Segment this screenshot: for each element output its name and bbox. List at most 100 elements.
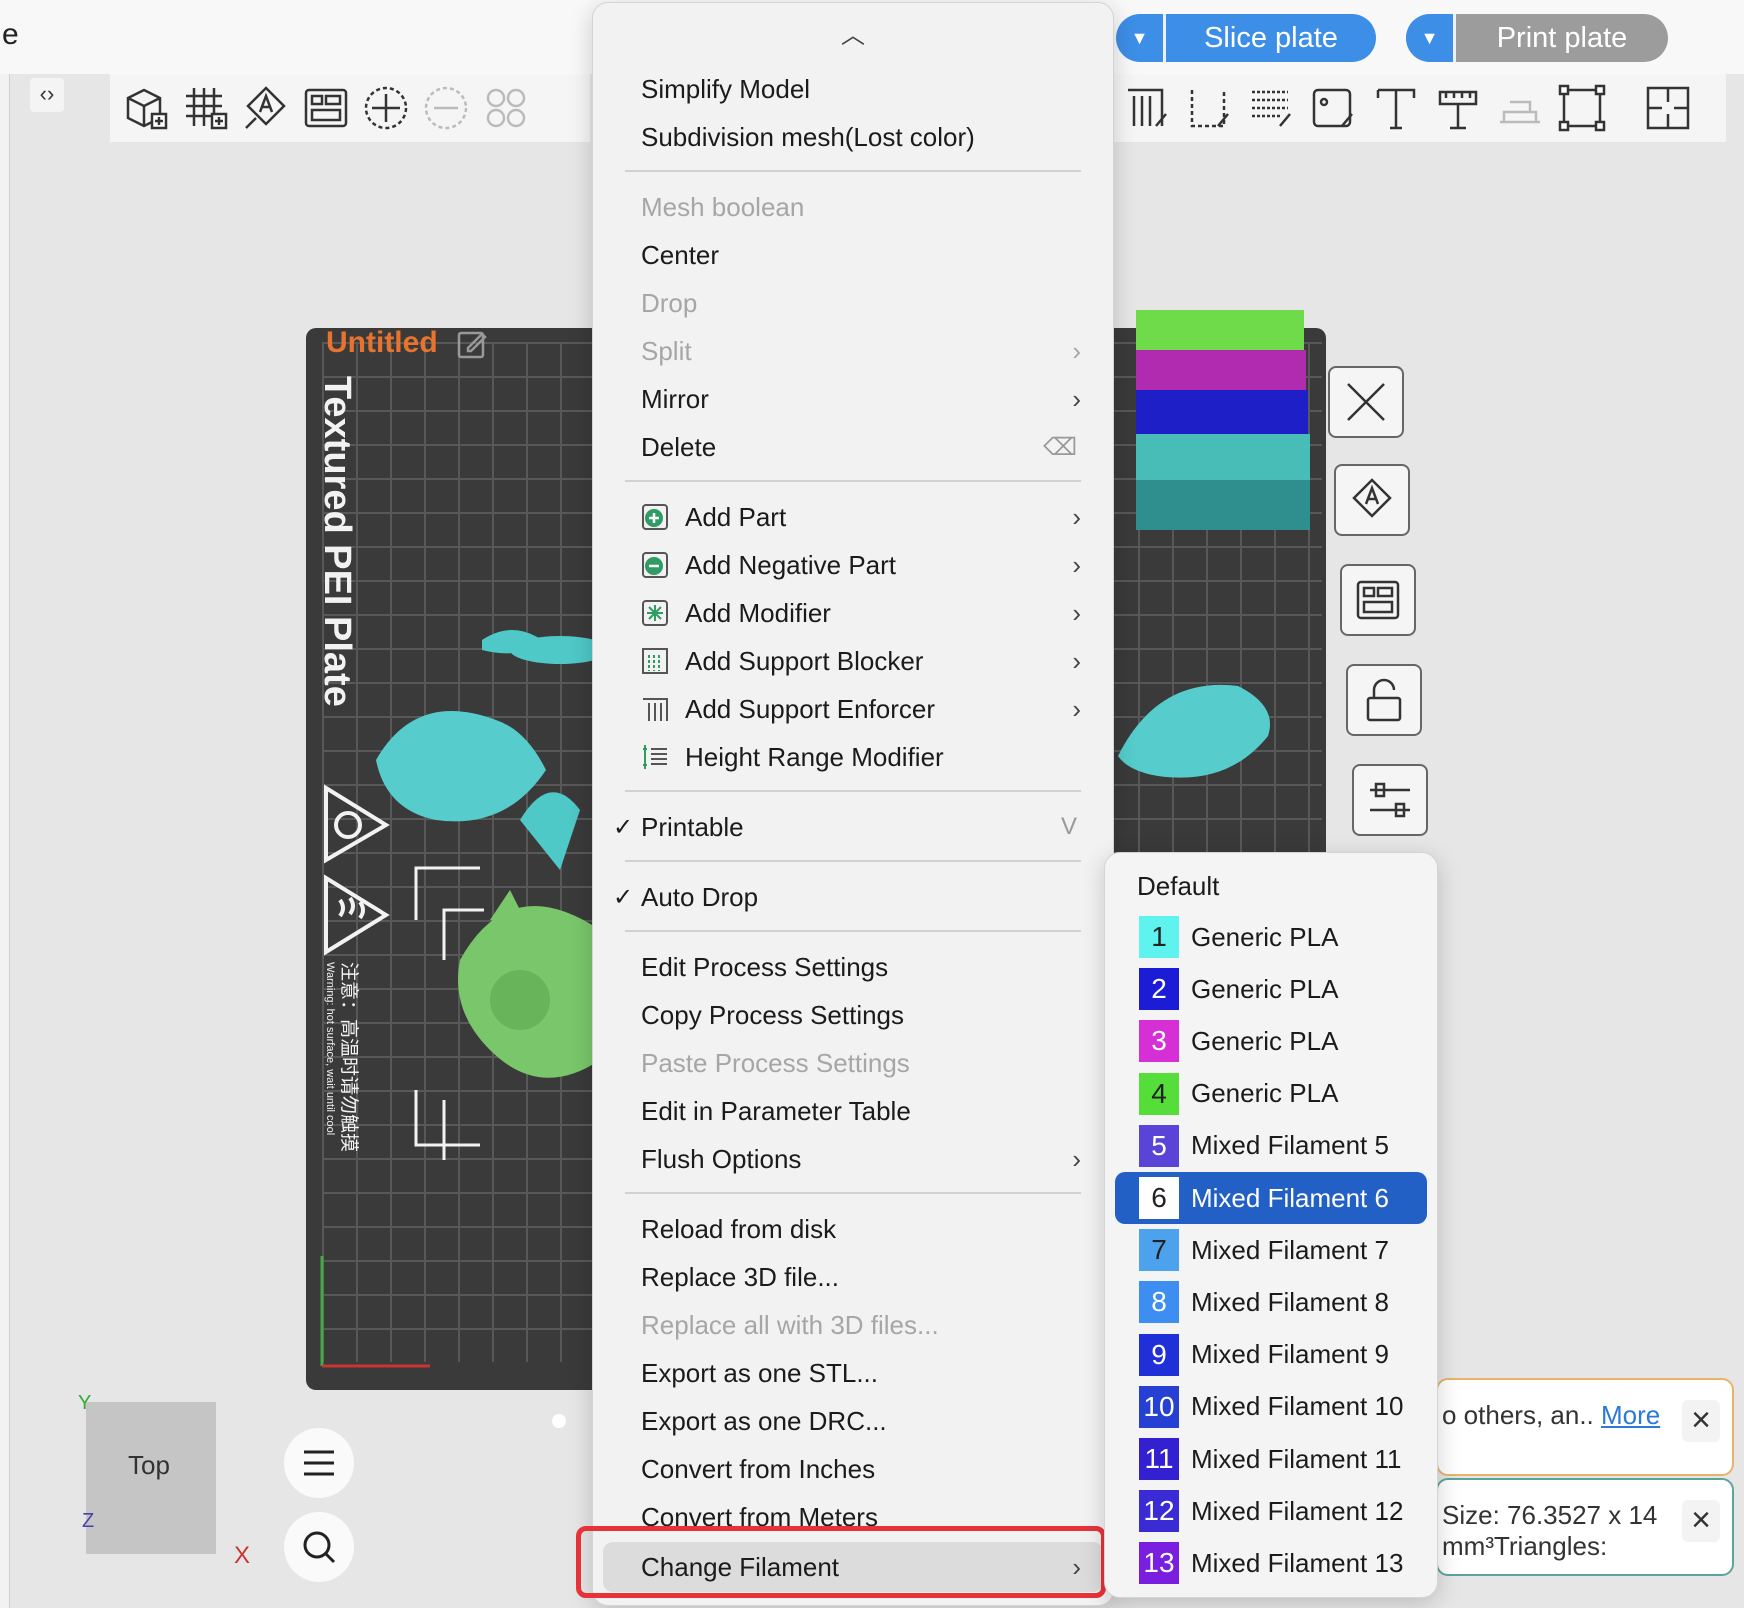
zoom-search-icon[interactable]: [284, 1512, 354, 1582]
seam-paint-icon[interactable]: [1184, 82, 1236, 134]
menu-item-simplify-model[interactable]: Simplify Model: [593, 66, 1113, 112]
menu-item-export-stl[interactable]: Export as one STL...: [593, 1350, 1113, 1396]
filament-item[interactable]: 3 Generic PLA: [1115, 1015, 1427, 1067]
menu-item-export-drc[interactable]: Export as one DRC...: [593, 1398, 1113, 1444]
chevron-right-icon: ›: [1072, 645, 1081, 676]
edit-name-icon[interactable]: [456, 328, 488, 360]
menu-item-add-support-blocker[interactable]: Add Support Blocker ›: [593, 638, 1113, 684]
model-wing[interactable]: [1112, 676, 1282, 786]
slider-tool-icon[interactable]: [1352, 764, 1428, 836]
filament-label: Generic PLA: [1191, 1078, 1339, 1109]
filament-item[interactable]: 13 Mixed Filament 13: [1115, 1537, 1427, 1589]
slice-dropdown-chevron-icon[interactable]: ▼: [1116, 14, 1166, 62]
support-paint-icon[interactable]: [1122, 82, 1174, 134]
plugin-puzzle-icon[interactable]: [1642, 82, 1694, 134]
filament-label: Mixed Filament 10: [1191, 1391, 1404, 1422]
model-color-cube[interactable]: [1132, 306, 1310, 532]
menu-item-printable[interactable]: ✓ Printable V: [593, 804, 1113, 850]
arrange-icon[interactable]: [300, 82, 352, 134]
filament-color-swatch: 12: [1139, 1490, 1179, 1533]
model-dragon[interactable]: [370, 600, 600, 1280]
print-dropdown-chevron-icon[interactable]: ▼: [1406, 14, 1456, 62]
left-panel-edge: [0, 74, 10, 1608]
close-icon[interactable]: ×: [1682, 1500, 1720, 1542]
scroll-up-chevron-icon[interactable]: ︿: [593, 15, 1113, 50]
bounding-box-icon[interactable]: [1556, 82, 1608, 134]
menu-item-subdivision-mesh[interactable]: Subdivision mesh(Lost color): [593, 114, 1113, 160]
menu-item-height-range-modifier[interactable]: Height Range Modifier: [593, 734, 1113, 780]
project-name: Untitled: [326, 326, 438, 359]
menu-item-delete[interactable]: Delete ⌫: [593, 424, 1113, 470]
filament-item[interactable]: 11 Mixed Filament 11: [1115, 1433, 1427, 1485]
menu-item-label: Add Support Blocker: [685, 645, 924, 676]
menu-icon[interactable]: [284, 1428, 354, 1498]
measure-icon[interactable]: [1432, 82, 1484, 134]
filament-label: Mixed Filament 6: [1191, 1182, 1389, 1213]
filament-item[interactable]: 9 Mixed Filament 9: [1115, 1329, 1427, 1381]
window-title-fragment: e: [2, 18, 19, 51]
collapse-sidebar-icon[interactable]: ‹›: [30, 78, 64, 112]
backspace-icon: ⌫: [1043, 433, 1077, 461]
menu-item-center[interactable]: Center: [593, 232, 1113, 278]
close-icon[interactable]: ×: [1682, 1400, 1720, 1442]
filament-label: Mixed Filament 12: [1191, 1495, 1404, 1526]
support-blocker-icon: [642, 648, 668, 674]
lock-tool-icon[interactable]: [1346, 664, 1422, 736]
notification-text: Size: 76.3527 x 14 mm³Triangles:: [1442, 1500, 1658, 1561]
menu-item-add-negative-part[interactable]: Add Negative Part ›: [593, 542, 1113, 588]
text-tool-icon[interactable]: [1370, 82, 1422, 134]
menu-item-shortcut: V: [1060, 813, 1077, 840]
filament-item[interactable]: 5 Mixed Filament 5: [1115, 1120, 1427, 1172]
add-plate-icon[interactable]: [180, 82, 232, 134]
negative-part-icon: [642, 552, 668, 578]
menu-item-auto-drop[interactable]: ✓ Auto Drop: [593, 874, 1113, 920]
filament-item[interactable]: 10 Mixed Filament 10: [1115, 1381, 1427, 1433]
support-enforcer-icon: [643, 698, 668, 721]
menu-item-label: Convert from Inches: [641, 1453, 876, 1484]
chevron-right-icon: ›: [1072, 549, 1081, 580]
menu-item-mesh-boolean: Mesh boolean: [593, 184, 1113, 230]
print-plate-button[interactable]: ▼ Print plate: [1406, 14, 1668, 62]
arrange-tool-icon[interactable]: [1340, 564, 1416, 636]
chevron-right-icon: ›: [1072, 335, 1081, 366]
color-paint-icon[interactable]: [1308, 82, 1360, 134]
add-object-icon[interactable]: [120, 82, 172, 134]
filament-default-item[interactable]: Default: [1137, 871, 1219, 902]
auto-orient-icon[interactable]: [240, 82, 292, 134]
modifier-icon: [642, 600, 668, 626]
filament-color-swatch: 9: [1139, 1333, 1179, 1376]
menu-item-mirror[interactable]: Mirror ›: [593, 376, 1113, 422]
menu-item-convert-from-inches[interactable]: Convert from Inches: [593, 1446, 1113, 1492]
filament-item[interactable]: 1 Generic PLA: [1115, 911, 1427, 963]
menu-item-label: Edit Process Settings: [641, 951, 889, 982]
menu-item-copy-process-settings[interactable]: Copy Process Settings: [593, 992, 1113, 1038]
notification: Size: 76.3527 x 14 mm³Triangles: ×: [1436, 1478, 1734, 1576]
menu-item-edit-process-settings[interactable]: Edit Process Settings: [593, 944, 1113, 990]
filament-item[interactable]: 4 Generic PLA: [1115, 1068, 1427, 1120]
menu-item-edit-in-parameter-table[interactable]: Edit in Parameter Table: [593, 1088, 1113, 1134]
filament-item[interactable]: 2 Generic PLA: [1115, 963, 1427, 1015]
menu-item-add-part[interactable]: Add Part ›: [593, 494, 1113, 540]
menu-item-replace-3d-file[interactable]: Replace 3D file...: [593, 1254, 1113, 1300]
checkmark-icon: ✓: [613, 883, 634, 911]
menu-item-label: Height Range Modifier: [685, 741, 944, 772]
menu-item-label: Add Modifier: [685, 597, 831, 628]
menu-item-flush-options[interactable]: Flush Options ›: [593, 1136, 1113, 1182]
menu-item-label: Mirror: [641, 383, 709, 414]
filament-item[interactable]: 6 Mixed Filament 6: [1115, 1172, 1427, 1224]
filament-submenu: Default 1 Generic PLA 2 Generic PLA 3 Generic…: [1104, 852, 1438, 1598]
orient-tool-icon[interactable]: [1334, 464, 1410, 536]
filament-item[interactable]: 8 Mixed Filament 8: [1115, 1276, 1427, 1328]
menu-item-add-support-enforcer[interactable]: Add Support Enforcer ›: [593, 686, 1113, 732]
menu-separator: [625, 930, 1081, 932]
menu-item-reload-from-disk[interactable]: Reload from disk: [593, 1206, 1113, 1252]
notification: o others, an.. More ×: [1436, 1378, 1734, 1476]
slice-plate-button[interactable]: ▼ Slice plate: [1116, 14, 1376, 62]
fuzzy-skin-icon[interactable]: [1246, 82, 1298, 134]
filament-item[interactable]: 12 Mixed Filament 12: [1115, 1485, 1427, 1537]
notification-more-link[interactable]: More: [1601, 1400, 1660, 1430]
menu-item-add-modifier[interactable]: Add Modifier ›: [593, 590, 1113, 636]
delete-tool-icon[interactable]: [1328, 366, 1404, 438]
move-icon[interactable]: [360, 82, 412, 134]
filament-item[interactable]: 7 Mixed Filament 7: [1115, 1224, 1427, 1276]
